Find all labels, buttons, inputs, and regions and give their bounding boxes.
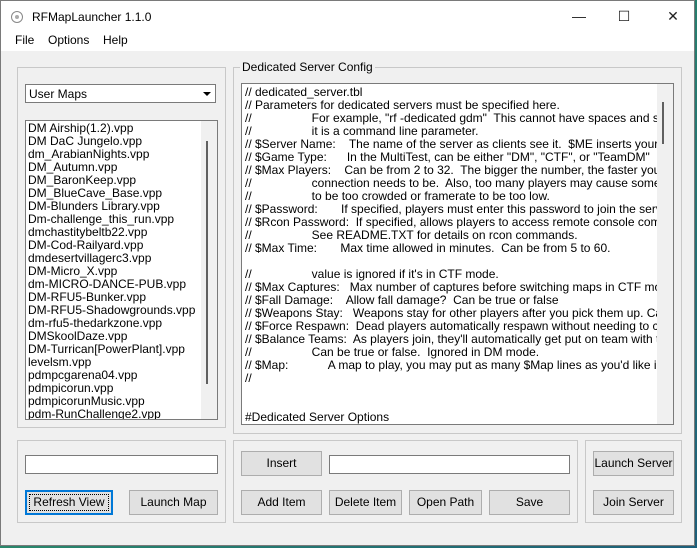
join-server-button[interactable]: Join Server: [593, 490, 674, 515]
config-line: // $Max Time: Max time allowed in minute…: [245, 241, 611, 255]
maximize-button[interactable]: ☐: [602, 1, 646, 31]
launch-map-button[interactable]: Launch Map: [129, 490, 218, 515]
editor-scrollbar[interactable]: [657, 84, 673, 424]
chevron-down-icon[interactable]: [199, 86, 214, 101]
menu-help[interactable]: Help: [103, 33, 128, 47]
config-line: // $Map: A map to play, you may put as m…: [245, 358, 674, 372]
open-path-button[interactable]: Open Path: [409, 490, 482, 515]
menu-options[interactable]: Options: [48, 33, 89, 47]
map-source-value: User Maps: [29, 87, 88, 101]
delete-item-button[interactable]: Delete Item: [329, 490, 402, 515]
save-button[interactable]: Save: [489, 490, 570, 515]
title-bar[interactable]: RFMapLauncher 1.1.0 — ☐ ✕: [1, 1, 694, 31]
config-line: #Dedicated Server Options: [245, 410, 390, 424]
config-editor[interactable]: // dedicated_server.tbl// Parameters for…: [241, 83, 674, 425]
window-title: RFMapLauncher 1.1.0: [32, 10, 152, 24]
config-group-label: Dedicated Server Config: [240, 60, 375, 74]
map-listbox[interactable]: DM Airship(1.2).vpp DM DaC Jungelo.vpp dm_…: [25, 120, 218, 420]
insert-button[interactable]: Insert: [241, 451, 322, 476]
app-icon: [11, 11, 23, 23]
config-line: //: [245, 371, 252, 385]
menu-bar: File Options Help: [1, 31, 694, 51]
map-source-dropdown[interactable]: User Maps: [25, 84, 216, 103]
launch-server-button[interactable]: Launch Server: [593, 451, 674, 476]
map-list-scrollbar[interactable]: [201, 121, 217, 419]
refresh-view-button[interactable]: Refresh View: [25, 490, 113, 515]
insert-text-input[interactable]: [329, 455, 570, 474]
map-list-scroll-thumb[interactable]: [206, 141, 208, 384]
map-list-item[interactable]: pdm-RunChallenge2.vpp: [28, 408, 161, 420]
close-button[interactable]: ✕: [651, 1, 695, 31]
editor-scroll-thumb[interactable]: [662, 102, 664, 144]
app-window: RFMapLauncher 1.1.0 — ☐ ✕ File Options H…: [0, 0, 695, 546]
minimize-button[interactable]: —: [557, 1, 601, 31]
map-name-input[interactable]: [25, 455, 218, 474]
add-item-button[interactable]: Add Item: [241, 490, 322, 515]
menu-file[interactable]: File: [15, 33, 34, 47]
